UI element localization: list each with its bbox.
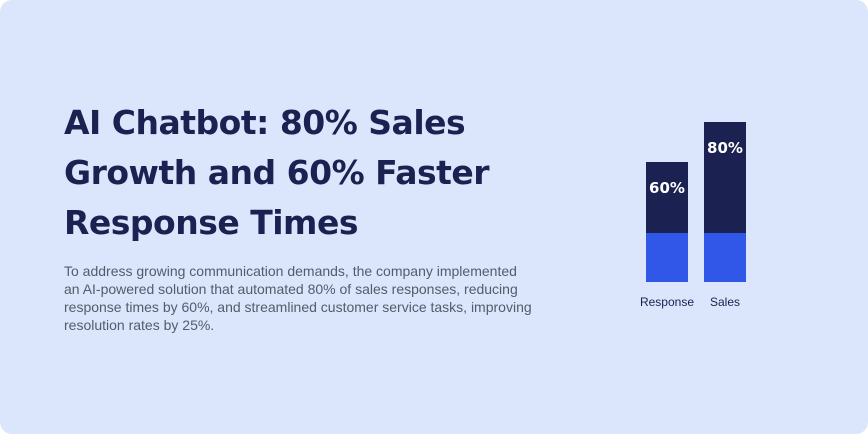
page-title: AI Chatbot: 80% Sales Growth and 60% Fas…: [64, 103, 490, 242]
bar-chart: 60% Response 80% Sales: [640, 122, 746, 309]
category-label-response: Response: [640, 295, 694, 309]
case-study-card: AI Chatbot: 80% Sales Growth and 60% Fas…: [0, 0, 868, 434]
bar-response-lower: [646, 233, 688, 282]
description-text: To address growing communication demands…: [64, 263, 532, 333]
data-label-sales: 80%: [707, 139, 743, 157]
category-label-sales: Sales: [710, 295, 740, 309]
bar-sales-lower: [704, 233, 746, 282]
bar-response-upper: [646, 162, 688, 233]
data-label-response: 60%: [649, 179, 685, 197]
